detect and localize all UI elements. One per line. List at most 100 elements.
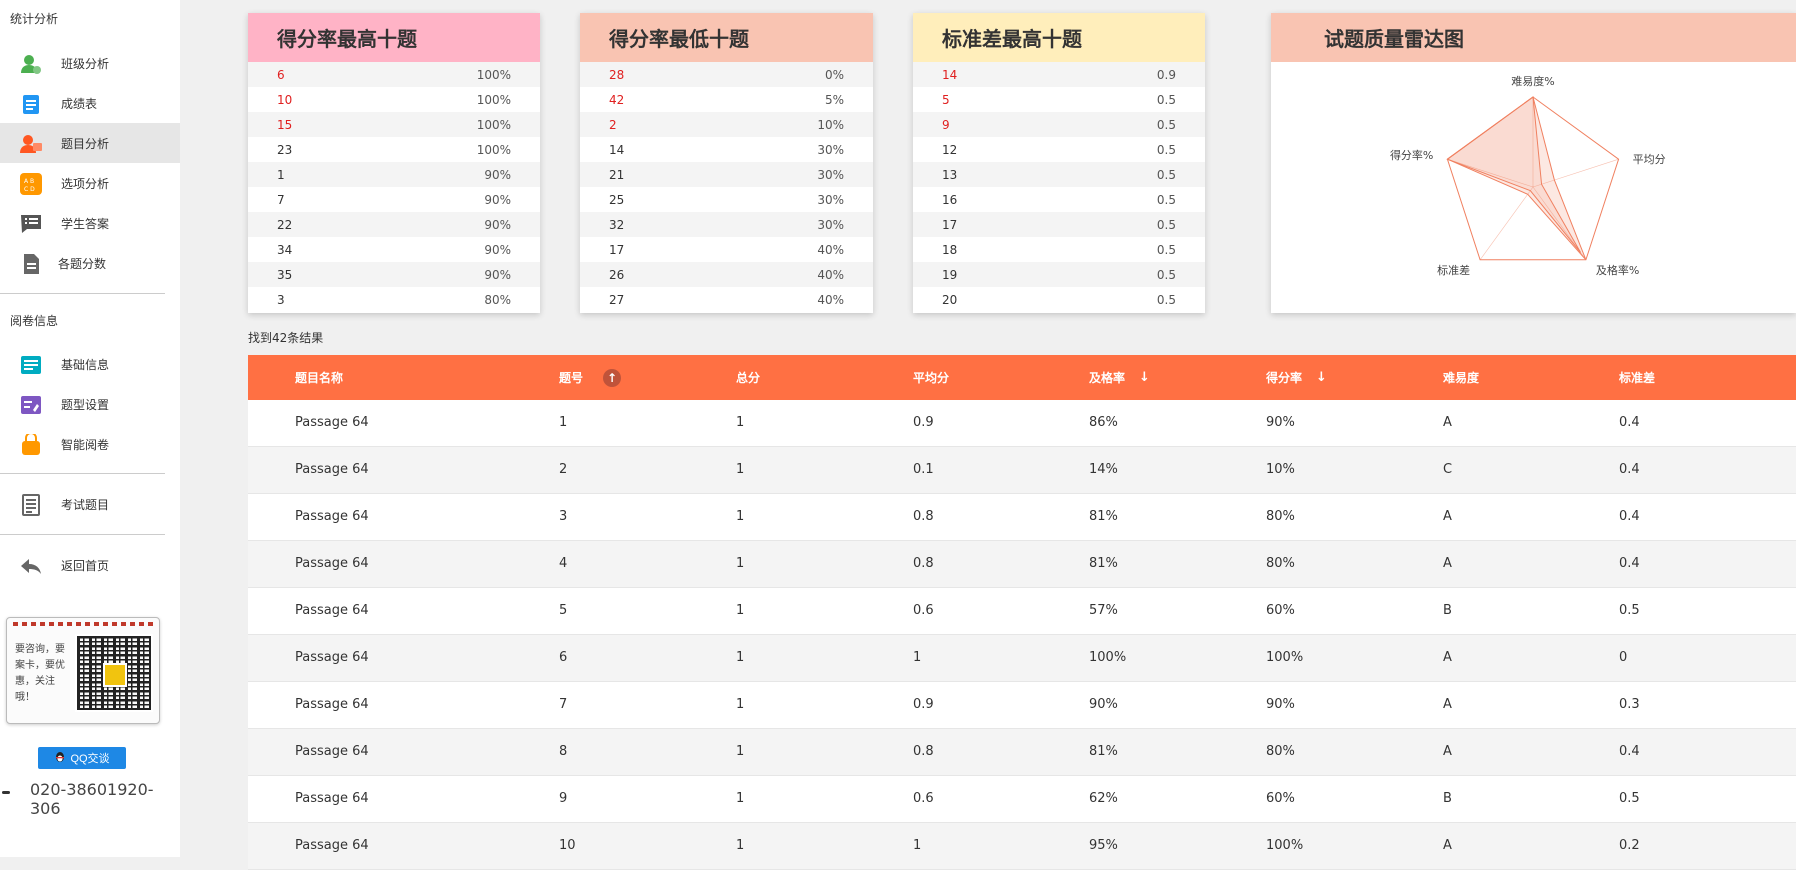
col-header-difficulty[interactable]: 难易度 bbox=[1443, 369, 1479, 386]
table-row[interactable]: Passage 64 7 1 0.9 90% 90% A 0.3 bbox=[248, 682, 1796, 729]
cell-difficulty: A bbox=[1443, 415, 1452, 430]
question-number: 16 bbox=[942, 192, 958, 207]
table-row[interactable]: Passage 64 5 1 0.6 57% 60% B 0.5 bbox=[248, 588, 1796, 635]
nav-label: 题目分析 bbox=[61, 136, 110, 151]
table-row[interactable]: Passage 64 10 1 1 95% 100% A 0.2 bbox=[248, 823, 1796, 870]
card-title: 标准差最高十题 bbox=[913, 13, 1205, 62]
nav-label: 智能阅卷 bbox=[61, 437, 110, 452]
card-highest-score-rate: 得分率最高十题 6 100% 10 100% 15 100% 23 100% 1 90% 7 90% 2… bbox=[248, 13, 540, 313]
nav-item-smart-grading[interactable]: 智能阅卷 bbox=[0, 424, 180, 464]
table-row[interactable]: Passage 64 8 1 0.8 81% 80% A 0.4 bbox=[248, 729, 1796, 776]
nav-item-student-answer[interactable]: 学生答案 bbox=[0, 203, 180, 243]
metric-value: 10% bbox=[817, 117, 844, 132]
cell-question-name: Passage 64 bbox=[295, 791, 369, 806]
nav-label: 学生答案 bbox=[61, 216, 110, 231]
cell-question-number: 10 bbox=[559, 838, 576, 853]
cell-std-dev: 0.4 bbox=[1619, 509, 1640, 524]
card-row: 28 0% bbox=[580, 62, 873, 87]
cell-question-number: 7 bbox=[559, 697, 568, 712]
cell-std-dev: 0.4 bbox=[1619, 744, 1640, 759]
cell-question-name: Passage 64 bbox=[295, 415, 369, 430]
col-header-pass-rate[interactable]: 及格率 ↓ bbox=[1089, 369, 1150, 386]
card-row: 21 30% bbox=[580, 162, 873, 187]
card-row: 26 40% bbox=[580, 262, 873, 287]
cell-average-score: 0.8 bbox=[913, 556, 934, 571]
cell-score-rate: 100% bbox=[1266, 838, 1304, 853]
card-row: 32 30% bbox=[580, 212, 873, 237]
col-header-score-rate[interactable]: 得分率 ↓ bbox=[1266, 369, 1327, 386]
card-row: 6 100% bbox=[248, 62, 540, 87]
col-header-label: 题号 bbox=[559, 371, 584, 385]
table-row[interactable]: Passage 64 4 1 0.8 81% 80% A 0.4 bbox=[248, 541, 1796, 588]
col-header-std-dev[interactable]: 标准差 bbox=[1619, 369, 1655, 386]
card-row: 23 100% bbox=[248, 137, 540, 162]
col-header-name[interactable]: 题目名称 bbox=[295, 369, 343, 386]
nav-item-back-home[interactable]: 返回首页 bbox=[0, 545, 180, 585]
cell-std-dev: 0.5 bbox=[1619, 791, 1640, 806]
cell-average-score: 0.9 bbox=[913, 415, 934, 430]
cell-average-score: 1 bbox=[913, 650, 922, 665]
metric-value: 100% bbox=[476, 92, 511, 107]
col-header-number[interactable]: 题号 ↑ bbox=[559, 368, 622, 387]
card-row: 14 30% bbox=[580, 137, 873, 162]
nav-item-question-score[interactable]: 各题分数 bbox=[0, 243, 180, 283]
nav-label: 选项分析 bbox=[61, 176, 110, 191]
metric-value: 5% bbox=[824, 92, 844, 107]
table-body: Passage 64 1 1 0.9 86% 90% A 0.4 Passage 64 2 1 0.1… bbox=[248, 400, 1796, 870]
nav-label: 考试题目 bbox=[61, 497, 110, 512]
metric-value: 0.5 bbox=[1156, 192, 1176, 207]
question-number: 21 bbox=[609, 167, 625, 182]
nav-item-question-analysis[interactable]: 题目分析 bbox=[0, 123, 180, 163]
nav-item-class-analysis[interactable]: 班级分析 bbox=[0, 43, 180, 83]
metric-value: 0.5 bbox=[1156, 217, 1176, 232]
card-rows: 28 0% 42 5% 2 10% 14 30% 21 30% 25 30% 32 30% 17 40% 26 4… bbox=[580, 62, 873, 312]
smart-grading-icon bbox=[20, 434, 42, 456]
table-row[interactable]: Passage 64 6 1 1 100% 100% A 0 bbox=[248, 635, 1796, 682]
nav-item-basic-info[interactable]: 基础信息 bbox=[0, 344, 180, 384]
question-score-icon bbox=[20, 253, 42, 275]
back-home-icon bbox=[20, 555, 42, 577]
question-number: 2 bbox=[609, 117, 617, 132]
metric-value: 0% bbox=[824, 67, 844, 82]
metric-value: 0.5 bbox=[1156, 292, 1176, 307]
radar-axis-label: 标准差 bbox=[1437, 263, 1470, 277]
cell-difficulty: B bbox=[1443, 603, 1452, 618]
card-title: 得分率最高十题 bbox=[248, 13, 540, 62]
question-number: 25 bbox=[609, 192, 625, 207]
nav-item-question-type[interactable]: 题型设置 bbox=[0, 384, 180, 424]
qr-promo-card: 要咨询，要案卡，要优惠，关注哦！ bbox=[6, 617, 160, 724]
metric-value: 90% bbox=[484, 192, 511, 207]
col-header-average[interactable]: 平均分 bbox=[913, 369, 949, 386]
qr-promo-text: 要咨询，要案卡，要优惠，关注哦！ bbox=[15, 644, 65, 703]
sidebar-divider bbox=[0, 293, 165, 294]
cell-std-dev: 0 bbox=[1619, 650, 1628, 665]
card-row: 14 0.9 bbox=[913, 62, 1205, 87]
metric-value: 80% bbox=[484, 292, 511, 307]
qq-chat-button[interactable]: QQ交谈 bbox=[38, 747, 126, 769]
cell-difficulty: C bbox=[1443, 462, 1453, 477]
sort-down-icon[interactable]: ↓ bbox=[1316, 370, 1327, 385]
sort-up-icon[interactable]: ↑ bbox=[603, 368, 622, 387]
cell-question-number: 6 bbox=[559, 650, 568, 665]
table-row[interactable]: Passage 64 3 1 0.8 81% 80% A 0.4 bbox=[248, 494, 1796, 541]
class-analysis-icon bbox=[20, 53, 42, 75]
card-row: 18 0.5 bbox=[913, 237, 1205, 262]
nav-item-score-sheet[interactable]: 成绩表 bbox=[0, 83, 180, 123]
metric-value: 100% bbox=[476, 142, 511, 157]
card-row: 22 90% bbox=[248, 212, 540, 237]
cell-total-score: 1 bbox=[736, 556, 745, 571]
table-row[interactable]: Passage 64 2 1 0.1 14% 10% C 0.4 bbox=[248, 447, 1796, 494]
card-row: 25 30% bbox=[580, 187, 873, 212]
cell-difficulty: A bbox=[1443, 744, 1452, 759]
nav-item-exam-questions[interactable]: 考试题目 bbox=[0, 484, 180, 524]
cell-question-number: 9 bbox=[559, 791, 568, 806]
col-header-total[interactable]: 总分 bbox=[736, 369, 760, 386]
sidebar-divider bbox=[0, 473, 165, 474]
nav-item-option-analysis[interactable]: A BC D 选项分析 bbox=[0, 163, 180, 203]
sort-down-icon[interactable]: ↓ bbox=[1139, 370, 1150, 385]
col-header-label: 标准差 bbox=[1619, 371, 1656, 385]
card-row: 3 80% bbox=[248, 287, 540, 312]
table-row[interactable]: Passage 64 1 1 0.9 86% 90% A 0.4 bbox=[248, 400, 1796, 447]
table-row[interactable]: Passage 64 9 1 0.6 62% 60% B 0.5 bbox=[248, 776, 1796, 823]
metric-value: 90% bbox=[484, 242, 511, 257]
